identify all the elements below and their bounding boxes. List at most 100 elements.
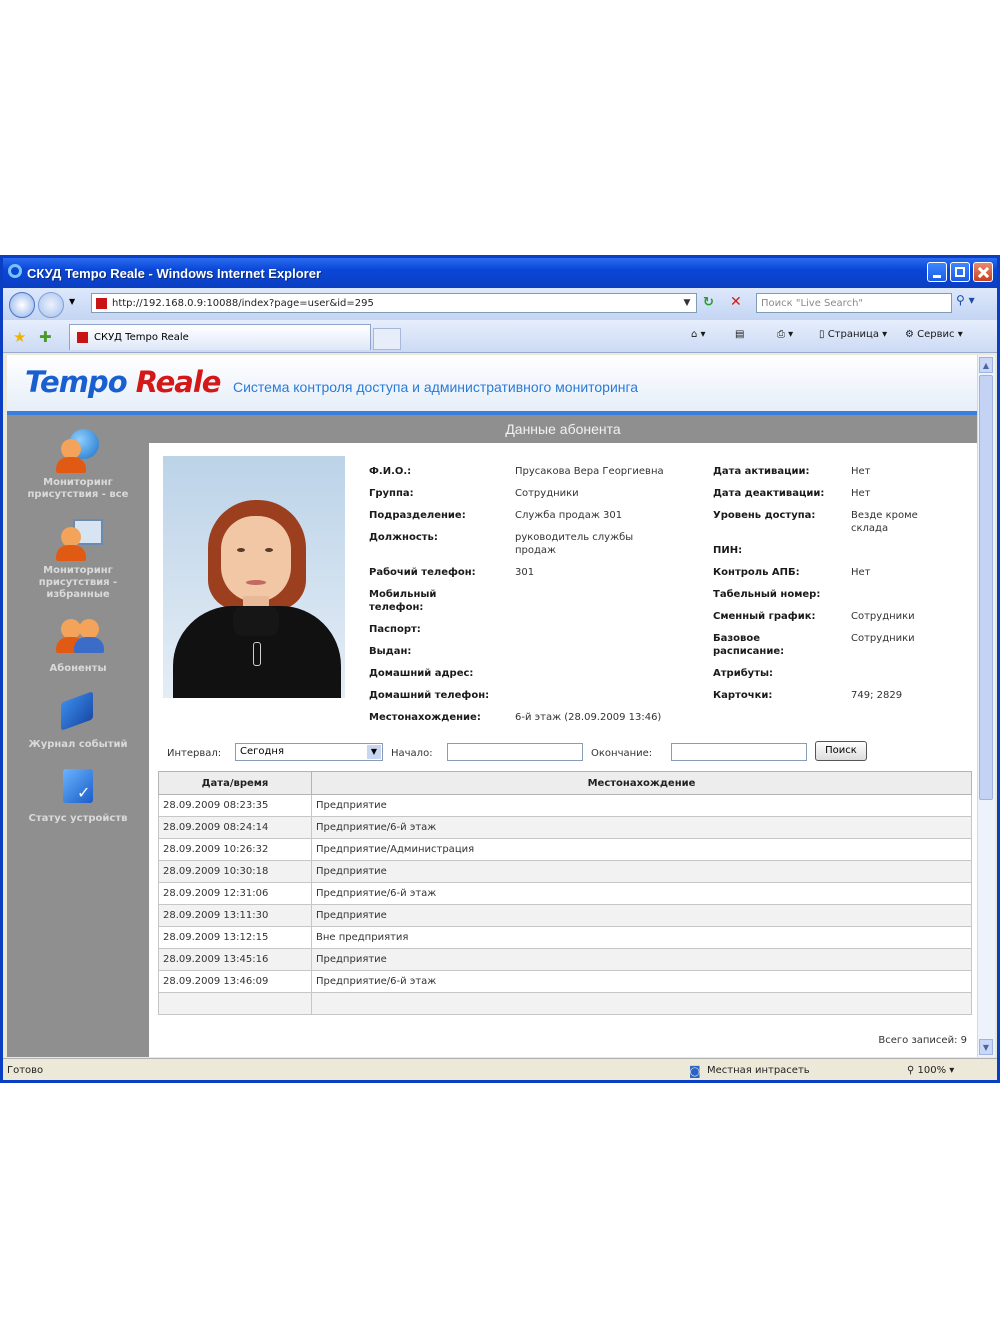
feeds-icon[interactable]: ▤ bbox=[735, 329, 744, 340]
start-date-input[interactable] bbox=[447, 743, 583, 761]
site-subtitle: Система контроля доступа и административ… bbox=[233, 379, 639, 395]
cell-location: Вне предприятия bbox=[311, 926, 972, 949]
back-button[interactable] bbox=[9, 292, 35, 318]
cell-location: Предприятие bbox=[311, 904, 972, 927]
cell-datetime: 28.09.2009 08:23:35 bbox=[158, 794, 312, 817]
forward-button[interactable] bbox=[38, 292, 64, 318]
ie-logo-icon bbox=[8, 264, 22, 278]
page-menu-label: Страница bbox=[827, 329, 879, 340]
location-history-table: Дата/время Местонахождение 28.09.2009 08… bbox=[158, 771, 972, 1015]
history-dropdown-icon[interactable]: ▼ bbox=[69, 297, 75, 306]
sidebar-label-device-status: Статус устройств bbox=[28, 813, 128, 824]
scroll-thumb[interactable] bbox=[979, 375, 993, 800]
table-row[interactable]: 28.09.2009 13:46:09 Предприятие/6-й этаж bbox=[158, 970, 972, 993]
pin-label: ПИН: bbox=[713, 545, 743, 556]
cell-datetime: 28.09.2009 13:12:15 bbox=[158, 926, 312, 949]
zoom-control[interactable]: ⚲ 100% ▾ bbox=[907, 1065, 954, 1076]
users-icon bbox=[55, 615, 104, 659]
work-phone-value: 301 bbox=[515, 567, 535, 578]
start-label: Начало: bbox=[391, 748, 433, 759]
position-value: руководитель службы продаж bbox=[515, 532, 634, 556]
sidebar-item-monitoring-all[interactable]: Мониторинг присутствия - все bbox=[7, 429, 149, 501]
monitor-user-icon bbox=[55, 517, 103, 561]
table-row[interactable]: 28.09.2009 10:30:18 Предприятие bbox=[158, 860, 972, 883]
cards-label: Карточки: bbox=[713, 690, 773, 701]
globe-user-icon bbox=[55, 429, 101, 473]
scroll-down-icon[interactable]: ▼ bbox=[979, 1039, 993, 1055]
scroll-up-icon[interactable]: ▲ bbox=[979, 357, 993, 373]
sidebar-item-monitoring-favorites[interactable]: Мониторинг присутствия - избранные bbox=[7, 517, 149, 601]
table-row[interactable]: 28.09.2009 13:11:30 Предприятие bbox=[158, 904, 972, 927]
sidebar-label-subscribers: Абоненты bbox=[49, 663, 107, 674]
sidebar-item-device-status[interactable]: ✓ Статус устройств bbox=[7, 765, 149, 825]
cell-datetime: 28.09.2009 10:26:32 bbox=[158, 838, 312, 861]
tab-tempo-reale[interactable]: СКУД Tempo Reale bbox=[69, 324, 371, 350]
stop-icon[interactable]: ✕ bbox=[730, 294, 742, 310]
cell-datetime: 28.09.2009 13:11:30 bbox=[158, 904, 312, 927]
home-icon[interactable]: ⌂ ▾ bbox=[691, 329, 706, 340]
add-favorites-icon[interactable]: ✚ bbox=[39, 328, 52, 346]
deactivation-label: Дата деактивации: bbox=[713, 488, 825, 499]
title-bar: СКУД Tempo Reale - Windows Internet Expl… bbox=[3, 258, 997, 288]
table-row[interactable]: 28.09.2009 10:26:32 Предприятие/Администр… bbox=[158, 838, 972, 861]
search-icon[interactable]: ⚲ ▾ bbox=[956, 293, 986, 313]
vertical-scrollbar[interactable]: ▲ ▼ bbox=[977, 355, 995, 1057]
sidebar-label-event-log: Журнал событий bbox=[28, 739, 128, 750]
cell-datetime: 28.09.2009 10:30:18 bbox=[158, 860, 312, 883]
column-header-location[interactable]: Местонахождение bbox=[311, 771, 972, 795]
table-row-empty bbox=[158, 992, 972, 1015]
logo-word-reale: Reale bbox=[135, 365, 222, 399]
close-button[interactable] bbox=[973, 262, 993, 282]
print-icon[interactable]: ⎙ ▾ bbox=[777, 329, 793, 340]
cell-datetime: 28.09.2009 12:31:06 bbox=[158, 882, 312, 905]
fio-label: Ф.И.О.: bbox=[369, 466, 412, 477]
table-row[interactable]: 28.09.2009 08:24:14 Предприятие/6-й этаж bbox=[158, 816, 972, 839]
table-row[interactable]: 28.09.2009 13:45:16 Предприятие bbox=[158, 948, 972, 971]
tab-bar: ★ ✚ СКУД Tempo Reale ⌂ ▾ ▤ ⎙ ▾ ▯ Страниц… bbox=[3, 320, 997, 353]
favorites-star-icon[interactable]: ★ bbox=[13, 328, 26, 346]
location-label: Местонахождение: bbox=[369, 712, 481, 723]
page-menu[interactable]: ▯ Страница ▾ bbox=[819, 329, 887, 340]
sidebar-item-event-log[interactable]: Журнал событий bbox=[7, 691, 149, 751]
sidebar-item-subscribers[interactable]: Абоненты bbox=[7, 615, 149, 675]
cell-location: Предприятие bbox=[311, 948, 972, 971]
group-value: Сотрудники bbox=[515, 488, 579, 499]
home-phone-label: Домашний телефон: bbox=[369, 690, 490, 701]
tools-menu[interactable]: ⚙ Сервис ▾ bbox=[905, 329, 963, 340]
url-field[interactable]: http://192.168.0.9:10088/index?page=user… bbox=[91, 293, 697, 313]
table-row[interactable]: 28.09.2009 12:31:06 Предприятие/6-й этаж bbox=[158, 882, 972, 905]
main-panel: Данные абонента Ф.И.О.: Прусакова Вера Г… bbox=[149, 415, 977, 1057]
sidebar-label-monitoring-all: Мониторинг присутствия - все bbox=[27, 477, 129, 500]
dept-value: Служба продаж 301 bbox=[515, 510, 623, 521]
cell-datetime: 28.09.2009 13:46:09 bbox=[158, 970, 312, 993]
cell-location: Предприятие/6-й этаж bbox=[311, 816, 972, 839]
table-row[interactable]: 28.09.2009 13:12:15 Вне предприятия bbox=[158, 926, 972, 949]
apb-value: Нет bbox=[851, 567, 871, 578]
home-address-label: Домашний адрес: bbox=[369, 668, 474, 679]
new-tab-button[interactable] bbox=[373, 328, 401, 350]
base-schedule-label: Базовое расписание: bbox=[713, 633, 785, 657]
search-button[interactable]: Поиск bbox=[815, 741, 867, 761]
intranet-zone-icon: ◙ bbox=[689, 1064, 701, 1078]
column-header-datetime[interactable]: Дата/время bbox=[158, 771, 312, 795]
tools-menu-label: Сервис bbox=[917, 329, 955, 340]
logo-word-tempo: Tempo bbox=[25, 365, 128, 399]
url-dropdown-icon[interactable]: ▼ bbox=[680, 296, 694, 310]
fio-value: Прусакова Вера Георгиевна bbox=[515, 466, 664, 477]
table-row[interactable]: 28.09.2009 08:23:35 Предприятие bbox=[158, 794, 972, 817]
work-phone-label: Рабочий телефон: bbox=[369, 567, 476, 578]
device-check-icon: ✓ bbox=[55, 765, 101, 809]
refresh-icon[interactable]: ↻ bbox=[703, 295, 714, 310]
end-date-input[interactable] bbox=[671, 743, 807, 761]
book-icon bbox=[55, 691, 101, 735]
interval-label: Интервал: bbox=[167, 748, 222, 759]
search-input[interactable]: Поиск "Live Search" bbox=[756, 293, 952, 313]
chevron-down-icon: ▼ bbox=[367, 745, 381, 759]
status-text: Готово bbox=[7, 1065, 44, 1076]
section-title: Данные абонента bbox=[149, 415, 977, 443]
interval-select[interactable]: Сегодня ▼ bbox=[235, 743, 383, 761]
dept-label: Подразделение: bbox=[369, 510, 466, 521]
maximize-button[interactable] bbox=[950, 262, 970, 282]
cell-datetime: 28.09.2009 08:24:14 bbox=[158, 816, 312, 839]
minimize-button[interactable] bbox=[927, 262, 947, 282]
